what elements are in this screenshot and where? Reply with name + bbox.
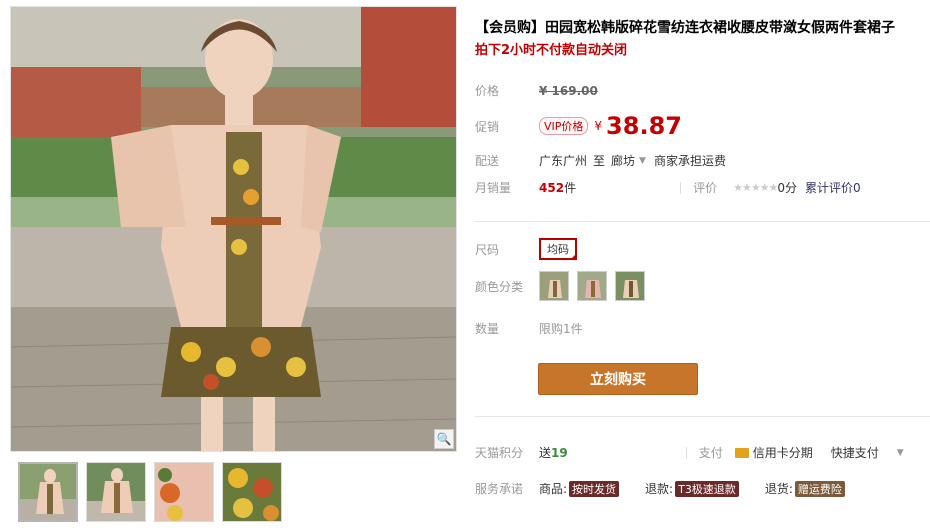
price-label: 价格 bbox=[475, 84, 500, 98]
thumbnail-list bbox=[18, 462, 282, 522]
service-label: 服务承诺 bbox=[475, 482, 524, 496]
color-row: 颜色分类 bbox=[475, 271, 653, 301]
size-option[interactable]: 均码 bbox=[539, 238, 577, 260]
sales-unit: 件 bbox=[564, 181, 577, 195]
return-label: 退货: bbox=[764, 482, 793, 496]
buy-now-button[interactable]: 立刻购买 bbox=[538, 363, 698, 395]
rating-stars-icon: ★★★★★ bbox=[733, 181, 778, 194]
quantity-label: 数量 bbox=[475, 322, 500, 336]
chevron-down-icon[interactable]: ▼ bbox=[639, 156, 646, 166]
sales-count: 452 bbox=[539, 180, 565, 195]
thumbnail-3[interactable] bbox=[154, 462, 214, 522]
product-photo bbox=[11, 7, 456, 451]
pay-label: 支付 bbox=[698, 446, 723, 460]
promo-label: 促销 bbox=[475, 119, 500, 134]
credit-card-icon bbox=[734, 447, 749, 458]
goods-label: 商品: bbox=[539, 482, 568, 496]
size-label: 尺码 bbox=[475, 242, 500, 257]
color-swatch-3[interactable] bbox=[615, 271, 645, 301]
thumbnail-4[interactable] bbox=[222, 462, 282, 522]
chevron-down-icon[interactable]: ▼ bbox=[897, 448, 904, 458]
divider-line bbox=[475, 221, 930, 222]
points-value: 19 bbox=[551, 445, 568, 460]
rating-label: 评价 bbox=[693, 181, 718, 195]
points-label: 天猫积分 bbox=[475, 446, 524, 460]
price-row: 价格 ¥ 169.00 bbox=[475, 82, 598, 99]
points-row: 天猫积分 送 19 支付 信用卡分期 快捷支付 ▼ bbox=[475, 444, 904, 461]
thumbnail-1[interactable] bbox=[18, 462, 78, 522]
sales-row: 月销量 452 件 评价 ★★★★★ 0分 累计评价0 bbox=[475, 179, 861, 196]
shipping-destination[interactable]: 廊坊 bbox=[611, 152, 635, 169]
product-subtitle: 拍下2小时不付款自动关闭 bbox=[475, 43, 628, 58]
quantity-limit: 限购1件 bbox=[539, 322, 583, 336]
color-label: 颜色分类 bbox=[475, 279, 524, 294]
promo-currency: ¥ bbox=[594, 119, 603, 133]
promo-price: 38.87 bbox=[606, 112, 682, 140]
shipping-to-word: 至 bbox=[593, 154, 606, 168]
refund-tag[interactable]: T3极速退款 bbox=[675, 480, 739, 497]
divider bbox=[680, 181, 682, 194]
thumbnail-2[interactable] bbox=[86, 462, 146, 522]
goods-tag[interactable]: 按时发货 bbox=[569, 480, 620, 497]
divider bbox=[685, 446, 687, 459]
quantity-row: 数量 限购1件 bbox=[475, 320, 583, 337]
main-product-image[interactable]: 🔍 bbox=[10, 6, 457, 452]
shipping-row: 配送 广东广州 至 廊坊 ▼ 商家承担运费 bbox=[475, 152, 726, 169]
zoom-icon[interactable]: 🔍 bbox=[434, 429, 454, 449]
color-swatch-2[interactable] bbox=[577, 271, 607, 301]
service-row: 服务承诺 商品: 按时发货 退款: T3极速退款 退货: 赠运费险 bbox=[475, 480, 845, 497]
size-row: 尺码 均码 bbox=[475, 238, 577, 260]
original-price: ¥ 169.00 bbox=[539, 83, 598, 98]
divider-line-2 bbox=[475, 416, 930, 417]
rating-score: 0分 bbox=[777, 181, 798, 195]
fast-pay[interactable]: 快捷支付 bbox=[831, 444, 879, 461]
product-title: 【会员购】田园宽松韩版碎花雪纺连衣裙收腰皮带潋女假两件套裙子 bbox=[475, 20, 895, 36]
shipping-label: 配送 bbox=[475, 154, 500, 168]
product-info-panel: 【会员购】田园宽松韩版碎花雪纺连衣裙收腰皮带潋女假两件套裙子 拍下2小时不付款自… bbox=[475, 18, 930, 497]
return-tag[interactable]: 赠运费险 bbox=[794, 480, 845, 497]
sales-label: 月销量 bbox=[475, 181, 512, 195]
shipping-from: 广东广州 bbox=[539, 154, 588, 168]
promo-row: 促销 VIP价格 ¥ 38.87 bbox=[475, 112, 682, 140]
vip-badge: VIP价格 bbox=[539, 117, 589, 135]
refund-label: 退款: bbox=[645, 482, 674, 496]
color-swatch-1[interactable] bbox=[539, 271, 569, 301]
shipping-note: 商家承担运费 bbox=[653, 154, 726, 168]
credit-card-pay[interactable]: 信用卡分期 bbox=[753, 444, 813, 461]
points-send: 送 bbox=[539, 446, 552, 460]
reviews-link[interactable]: 累计评价0 bbox=[805, 179, 861, 196]
